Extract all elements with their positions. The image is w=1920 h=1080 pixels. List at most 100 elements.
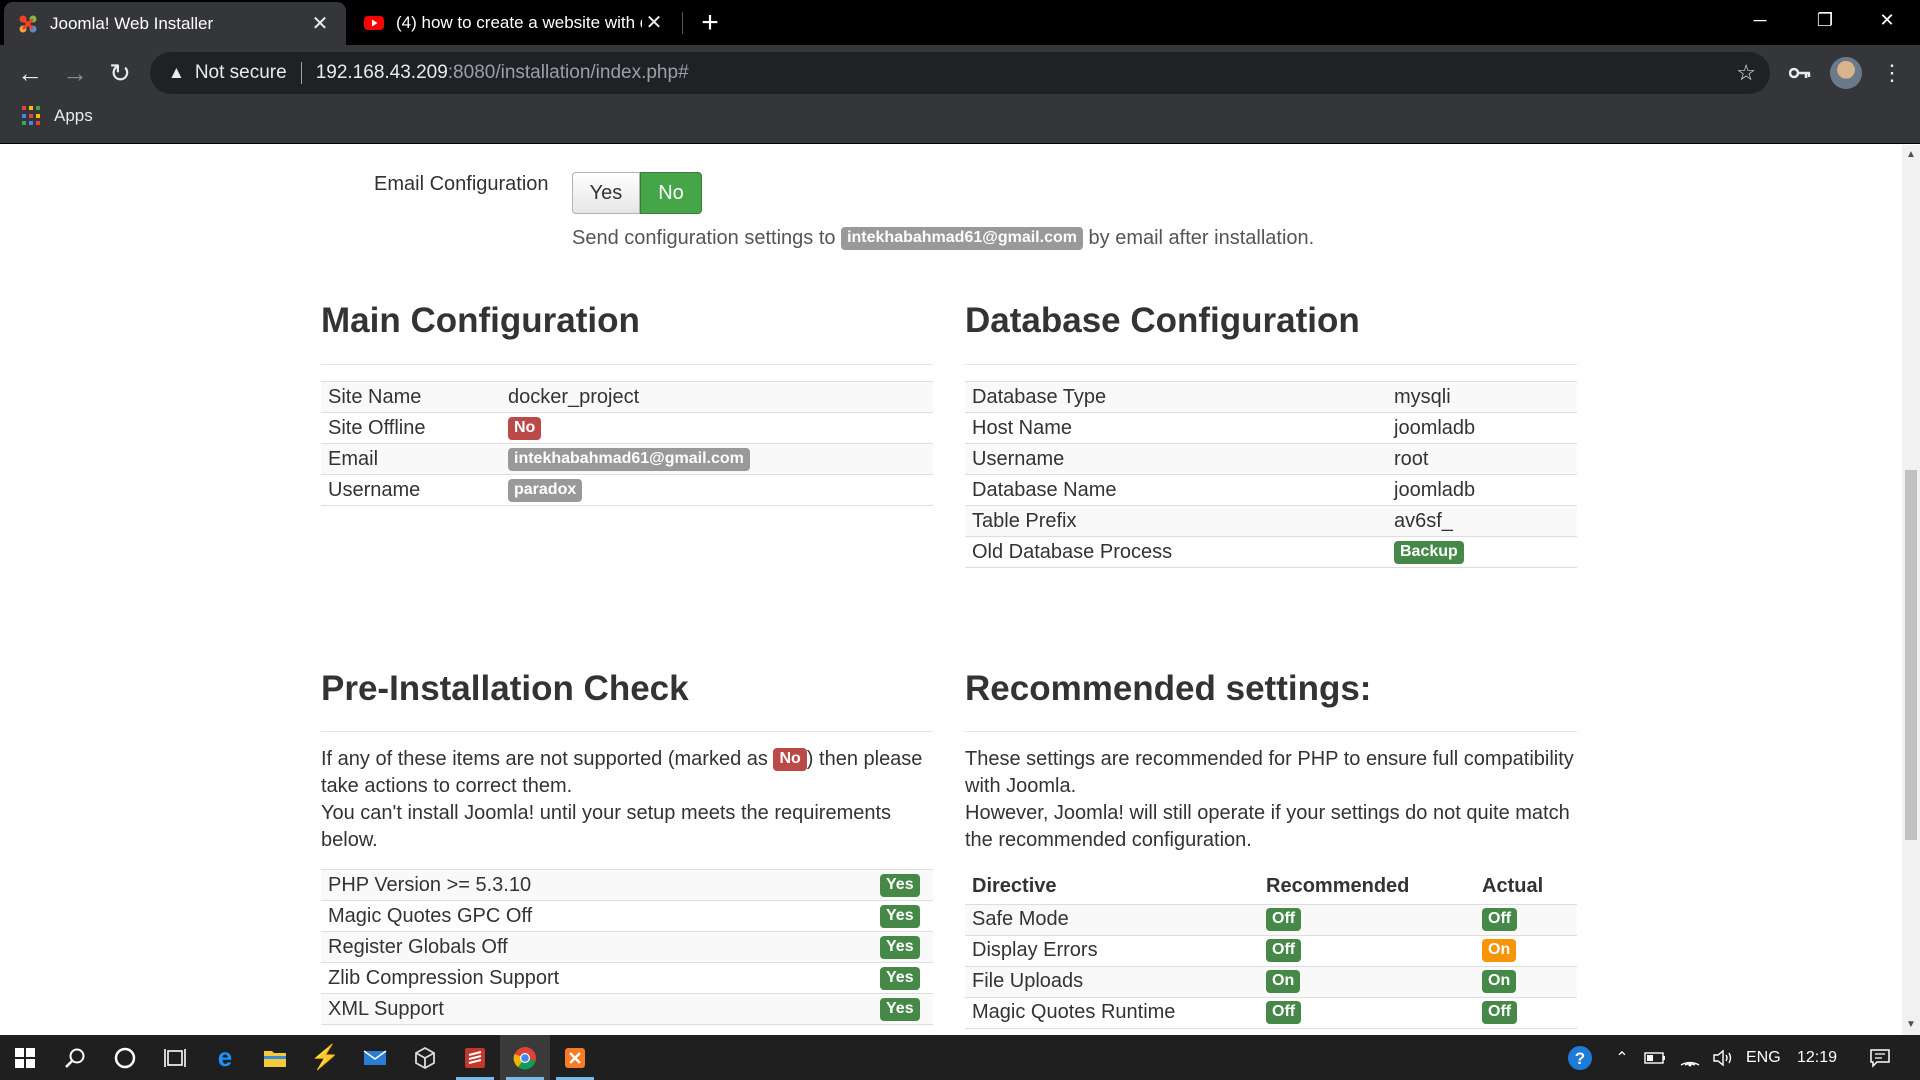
recommended-badge: On: [1266, 970, 1301, 994]
xampp-icon[interactable]: [550, 1035, 600, 1080]
menu-kebab-icon[interactable]: ⋮: [1874, 55, 1910, 91]
email-value-badge: intekhabahmad61@gmail.com: [508, 447, 750, 471]
forward-icon[interactable]: →: [57, 55, 93, 91]
key-icon[interactable]: [1782, 55, 1818, 91]
check-label: Zlib Compression Support: [321, 962, 873, 994]
sublime-icon[interactable]: [450, 1035, 500, 1080]
file-explorer-icon[interactable]: [250, 1035, 300, 1080]
chrome-icon[interactable]: [500, 1035, 550, 1080]
recommended-title: Recommended settings:: [965, 669, 1372, 708]
directive-label: Safe Mode: [965, 903, 1259, 935]
address-bar[interactable]: ▲ Not secure 192.168.43.209 :8080/instal…: [150, 52, 1770, 94]
url-host: 192.168.43.209: [315, 62, 448, 83]
email-config-label: Email Configuration: [374, 173, 549, 195]
youtube-favicon-icon: [364, 15, 384, 30]
battery-icon[interactable]: [1640, 1035, 1670, 1080]
main-config-divider: [321, 364, 933, 365]
check-label: XML Support: [321, 993, 873, 1025]
intro-before: If any of these items are not supported …: [321, 748, 768, 770]
browser-toolbar: ← → ↻ ▲ Not secure 192.168.43.209 :8080/…: [0, 45, 1920, 100]
cortana-icon[interactable]: [100, 1035, 150, 1080]
site-offline-badge: No: [508, 416, 542, 440]
row-label: Username: [965, 443, 1387, 475]
page-scrollbar[interactable]: ▲ ▼: [1902, 145, 1920, 1035]
intro-requirements: You can't install Joomla! until your set…: [321, 802, 892, 851]
table-row: XML Support Yes: [321, 993, 933, 1025]
table-row: Database Name joomladb: [965, 474, 1577, 506]
tab-title: Joomla! Web Installer: [50, 13, 214, 33]
bookmark-apps[interactable]: Apps: [22, 106, 93, 126]
table-row: Magic Quotes Runtime Off Off: [965, 996, 1577, 1029]
chevron-up-icon[interactable]: ⌃: [1610, 1035, 1634, 1080]
check-status-badge: Yes: [880, 935, 920, 959]
restore-button[interactable]: ❐: [1795, 0, 1855, 40]
actual-badge: Off: [1482, 1001, 1518, 1025]
header-actual: Actual: [1482, 875, 1544, 898]
mail-icon[interactable]: [350, 1035, 400, 1080]
volume-icon[interactable]: [1708, 1035, 1738, 1080]
intro-no-badge: No: [773, 748, 807, 772]
main-config-table: Site Name docker_project Site Offline No…: [321, 381, 933, 506]
warning-icon: ▲: [168, 63, 185, 82]
close-window-button[interactable]: ✕: [1857, 0, 1917, 40]
task-view-icon[interactable]: [150, 1035, 200, 1080]
table-header-row: Directive Recommended Actual: [965, 870, 1577, 904]
email-config-no-button[interactable]: No: [640, 172, 702, 214]
edge-icon[interactable]: e: [200, 1035, 250, 1080]
search-icon[interactable]: [50, 1035, 100, 1080]
row-value: joomladb: [1387, 412, 1577, 444]
language-indicator[interactable]: ENG: [1746, 1035, 1781, 1080]
email-config-toggle: Yes No: [572, 172, 702, 214]
table-row: Username root: [965, 443, 1577, 475]
row-label: Site Name: [321, 381, 501, 413]
header-directive: Directive: [972, 875, 1057, 898]
profile-avatar[interactable]: [1828, 55, 1864, 91]
help-icon[interactable]: ?: [1562, 1035, 1598, 1080]
bookmark-star-icon[interactable]: ☆: [1736, 60, 1756, 86]
clock[interactable]: 12:19: [1797, 1035, 1837, 1080]
virtualbox-icon[interactable]: [400, 1035, 450, 1080]
windows-start-icon[interactable]: [0, 1035, 50, 1080]
email-config-yes-button[interactable]: Yes: [572, 172, 640, 214]
table-row: Display Errors Off On: [965, 934, 1577, 966]
tab-joomla-installer[interactable]: Joomla! Web Installer ✕: [4, 2, 346, 45]
table-row: Magic Quotes GPC Off Yes: [321, 900, 933, 932]
check-status-badge: Yes: [880, 873, 920, 897]
table-row: Site Name docker_project: [321, 381, 933, 413]
check-status-badge: Yes: [880, 966, 920, 990]
header-recommended: Recommended: [1266, 875, 1410, 898]
tab-close-icon[interactable]: ✕: [308, 11, 332, 36]
actual-badge: On: [1482, 970, 1517, 994]
tab-close-icon[interactable]: ✕: [642, 10, 666, 35]
table-row: Site Offline No: [321, 412, 933, 444]
recommended-intro-2: However, Joomla! will still operate if y…: [965, 802, 1570, 851]
reload-icon[interactable]: ↻: [102, 55, 138, 91]
new-tab-button[interactable]: +: [694, 6, 726, 40]
back-icon[interactable]: ←: [12, 55, 48, 91]
check-label: Magic Quotes GPC Off: [321, 900, 873, 932]
scroll-up-icon[interactable]: ▲: [1902, 147, 1920, 163]
scroll-down-icon[interactable]: ▼: [1902, 1017, 1920, 1033]
table-row: Old Database Process Backup: [965, 536, 1577, 568]
url-path: :8080/installation/index.php#: [447, 62, 689, 83]
tab-youtube[interactable]: (4) how to create a website with docker …: [350, 0, 680, 45]
scrollbar-thumb[interactable]: [1905, 470, 1917, 840]
apps-label: Apps: [54, 106, 93, 125]
minimize-button[interactable]: ─: [1730, 0, 1790, 40]
db-config-divider: [965, 364, 1577, 365]
installer-page: Email Configuration Yes No Send configur…: [0, 145, 1902, 1035]
table-row: Safe Mode Off Off: [965, 903, 1577, 935]
directive-label: File Uploads: [965, 965, 1259, 997]
row-value: docker_project: [501, 381, 933, 413]
row-value: av6sf_: [1387, 505, 1577, 537]
check-status-badge: Yes: [880, 904, 920, 928]
check-status-badge: Yes: [880, 997, 920, 1021]
wifi-icon[interactable]: [1675, 1035, 1705, 1080]
table-row: Zlib Compression Support Yes: [321, 962, 933, 994]
pre-check-table: PHP Version >= 5.3.10 Yes Magic Quotes G…: [321, 869, 933, 1025]
notifications-icon[interactable]: [1860, 1035, 1900, 1080]
recommended-divider: [965, 731, 1577, 732]
table-row: Host Name joomladb: [965, 412, 1577, 444]
table-row: PHP Version >= 5.3.10 Yes: [321, 869, 933, 901]
vscode-icon[interactable]: ⚡: [300, 1035, 350, 1080]
